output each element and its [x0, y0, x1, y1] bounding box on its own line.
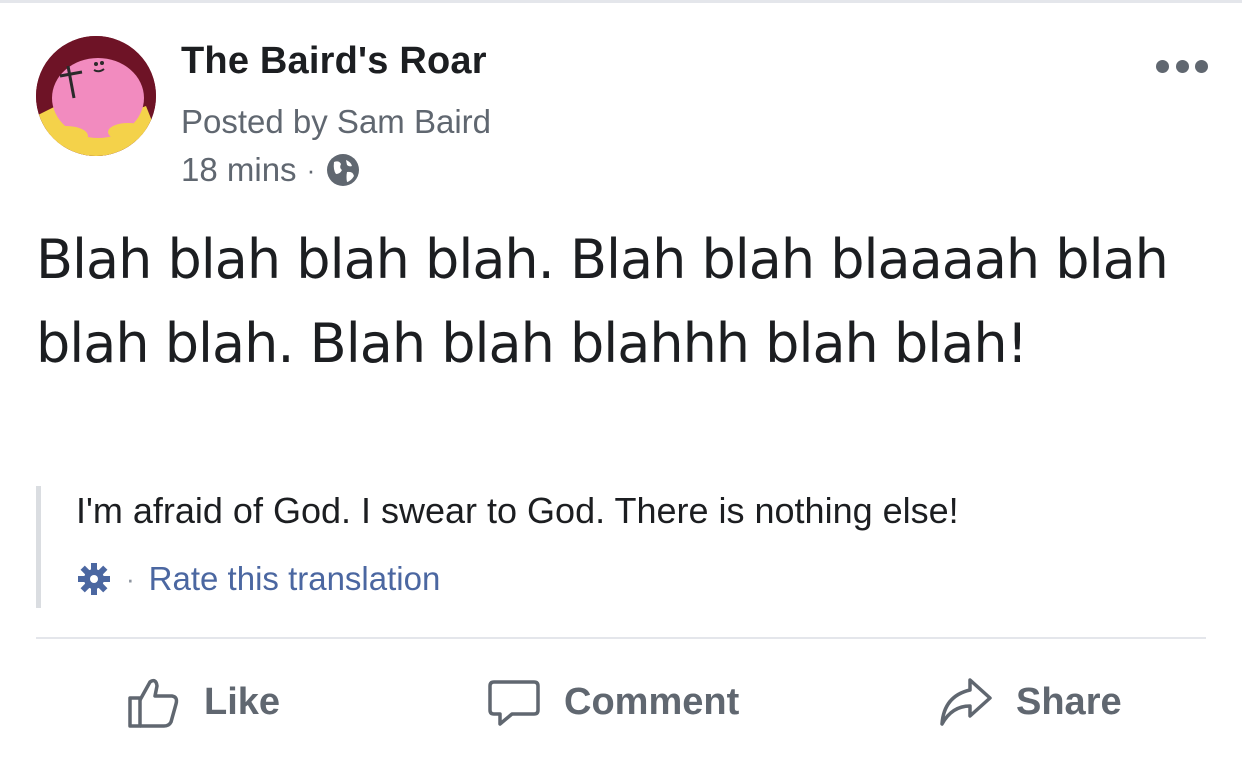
posted-by-text: Posted by Sam Baird	[181, 103, 491, 140]
translation-text: I'm afraid of God. I swear to God. There…	[76, 490, 959, 531]
actions-divider	[36, 637, 1206, 639]
more-dot	[1195, 59, 1208, 73]
gear-icon[interactable]	[76, 561, 112, 597]
more-dot	[1175, 59, 1189, 73]
thumbs-up-icon	[128, 678, 179, 728]
rate-translation-link[interactable]: Rate this translation	[149, 560, 441, 598]
avatar-image	[36, 36, 156, 156]
more-dot	[1156, 59, 1169, 73]
post-actions-bar: Like Comment Share	[0, 664, 1242, 740]
translation-block: I'm afraid of God. I swear to God. There…	[36, 486, 1216, 608]
like-label: Like	[204, 680, 281, 723]
post-meta: 18 mins ·	[181, 150, 361, 190]
share-arrow-icon	[940, 678, 992, 726]
post-timestamp[interactable]: 18 mins	[181, 151, 297, 189]
post-card: The Baird's Roar Posted by Sam Baird 18 …	[0, 0, 1242, 762]
share-label: Share	[1016, 680, 1122, 723]
like-button[interactable]: Like	[126, 664, 280, 740]
comment-button[interactable]: Comment	[486, 664, 739, 740]
comment-bubble-icon	[488, 680, 540, 726]
share-button[interactable]: Share	[938, 664, 1122, 740]
page-avatar[interactable]	[36, 36, 156, 156]
post-body-text: Blah blah blah blah. Blah blah blaaaah b…	[36, 228, 1169, 375]
rate-separator: ·	[126, 563, 135, 594]
page-name-link[interactable]: The Baird's Roar	[181, 40, 487, 83]
meta-separator: ·	[306, 154, 316, 185]
comment-label: Comment	[564, 680, 740, 723]
more-options-icon[interactable]	[1156, 56, 1208, 76]
rate-translation-row: · Rate this translation	[76, 560, 1216, 598]
globe-icon[interactable]	[325, 152, 361, 188]
